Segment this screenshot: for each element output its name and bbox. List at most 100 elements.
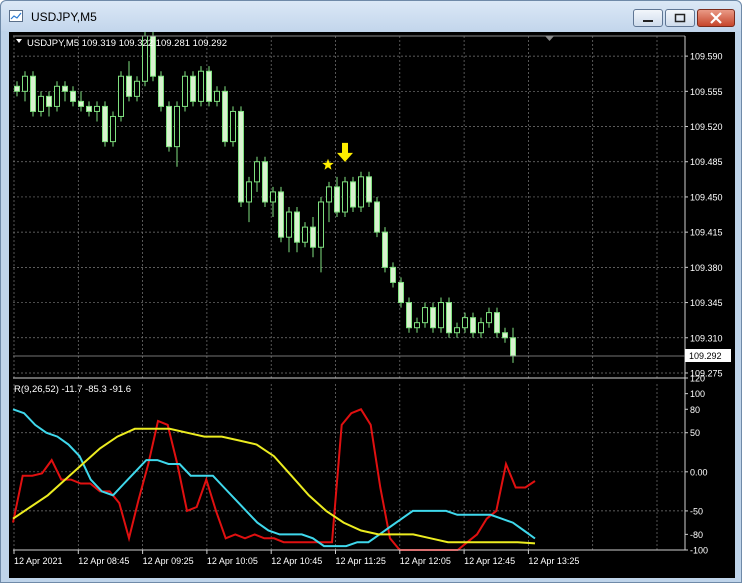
maximize-icon	[674, 13, 686, 23]
candle-body	[310, 226, 316, 248]
indicator-tick-label: 80	[690, 405, 700, 415]
time-tick-label: 12 Apr 11:25	[336, 556, 386, 566]
candle-body	[262, 161, 268, 203]
time-tick-label: 12 Apr 2021	[14, 556, 63, 566]
time-tick-label: 12 Apr 10:45	[271, 556, 322, 566]
price-tick-label: 109.310	[690, 333, 723, 343]
indicator-line	[12, 427, 536, 545]
candle-body	[494, 312, 500, 334]
price-tick-label: 109.485	[690, 157, 723, 167]
candle-body	[14, 85, 20, 92]
time-tick-label: 12 Apr 10:05	[207, 556, 258, 566]
candle-body	[462, 317, 468, 329]
candle-body	[510, 337, 516, 357]
candle-body	[182, 75, 188, 107]
candle-body	[238, 110, 244, 203]
indicator-tick-label: -50	[690, 506, 703, 516]
candle-body	[198, 70, 204, 102]
candle-body	[134, 80, 140, 97]
candle-body	[486, 312, 492, 324]
candle-body	[390, 266, 396, 283]
candle-body	[22, 75, 28, 92]
indicator-tick-label: 120	[690, 374, 705, 384]
candle-body	[294, 211, 300, 243]
candle-body	[62, 85, 68, 92]
candle-body	[302, 226, 308, 243]
candle-body	[326, 186, 332, 203]
candle-body	[118, 75, 124, 117]
price-tick-label: 109.590	[690, 52, 723, 62]
candle-body	[382, 231, 388, 268]
indicator-label: R(9,26,52) -11.7 -85.3 -91.6	[14, 384, 131, 395]
time-tick-label: 12 Apr 09:25	[143, 556, 194, 566]
candle-body	[366, 176, 372, 203]
candle-body	[86, 105, 92, 112]
candle-body	[350, 181, 356, 208]
symbol-dropdown-icon[interactable]	[16, 39, 22, 43]
indicator-tick-label: 100	[690, 389, 705, 399]
chart-area[interactable]: USDJPY,M5 109.319 109.322 109.281 109.29…	[9, 30, 735, 578]
candle-body	[158, 75, 164, 107]
price-tick-label: 109.415	[690, 228, 723, 238]
candle-body	[54, 85, 60, 107]
candle-body	[126, 75, 132, 97]
star-icon	[322, 158, 334, 170]
indicator-tick-label: 0.00	[690, 467, 708, 477]
current-price-label: 109.292	[689, 351, 722, 361]
candle-body	[70, 90, 76, 102]
maximize-button[interactable]	[665, 9, 695, 27]
candle-body	[454, 327, 460, 334]
candle-body	[46, 95, 52, 107]
indicator-tick-label: 50	[690, 428, 700, 438]
candle-body	[422, 307, 428, 324]
candle-body	[174, 105, 180, 148]
candle-body	[430, 307, 436, 329]
candle-body	[334, 186, 340, 213]
candle-body	[222, 90, 228, 143]
indicator-tick-label: -100	[690, 546, 708, 556]
chart-shift-icon[interactable]	[545, 36, 554, 41]
candle-body	[278, 191, 284, 238]
minimize-button[interactable]	[633, 9, 663, 27]
price-tick-label: 109.555	[690, 87, 723, 97]
title-bar[interactable]: USDJPY,M5	[1, 1, 741, 31]
candle-body	[38, 95, 44, 112]
window-title: USDJPY,M5	[31, 10, 97, 24]
time-tick-label: 12 Apr 13:25	[528, 556, 579, 566]
arrow-down-icon	[337, 142, 353, 162]
chart-window-icon	[9, 10, 23, 22]
candle-body	[470, 317, 476, 334]
candle-body	[110, 115, 116, 143]
candle-body	[414, 322, 420, 329]
candle-body	[342, 181, 348, 213]
candle-body	[190, 75, 196, 102]
time-tick-label: 12 Apr 12:05	[400, 556, 451, 566]
minimize-icon	[643, 20, 653, 22]
close-icon	[710, 12, 722, 24]
time-tick-label: 12 Apr 08:45	[78, 556, 129, 566]
candle-body	[214, 90, 220, 102]
indicator-tick-label: -80	[690, 530, 703, 540]
candle-body	[398, 281, 404, 304]
chart-canvas[interactable]: USDJPY,M5 109.319 109.322 109.281 109.29…	[9, 30, 735, 578]
candle-body	[438, 302, 444, 329]
candle-body	[502, 332, 508, 339]
candle-body	[206, 70, 212, 102]
terminal-window: USDJPY,M5 USDJPY,M5 109.319 109.322 109.…	[0, 0, 742, 583]
candle-body	[230, 110, 236, 143]
candle-body	[102, 105, 108, 143]
price-tick-label: 109.380	[690, 263, 723, 273]
candle-body	[406, 302, 412, 329]
candle-body	[30, 75, 36, 112]
candle-body	[358, 176, 364, 208]
close-button[interactable]	[697, 9, 735, 27]
candle-body	[78, 100, 84, 107]
indicator-line	[12, 408, 536, 548]
price-tick-label: 109.450	[690, 192, 723, 202]
price-tick-label: 109.520	[690, 122, 723, 132]
candle-body	[478, 322, 484, 334]
time-tick-label: 12 Apr 12:45	[464, 556, 515, 566]
candle-body	[254, 161, 260, 183]
candle-body	[166, 105, 172, 148]
symbol-info-label: USDJPY,M5 109.319 109.322 109.281 109.29…	[27, 38, 227, 49]
